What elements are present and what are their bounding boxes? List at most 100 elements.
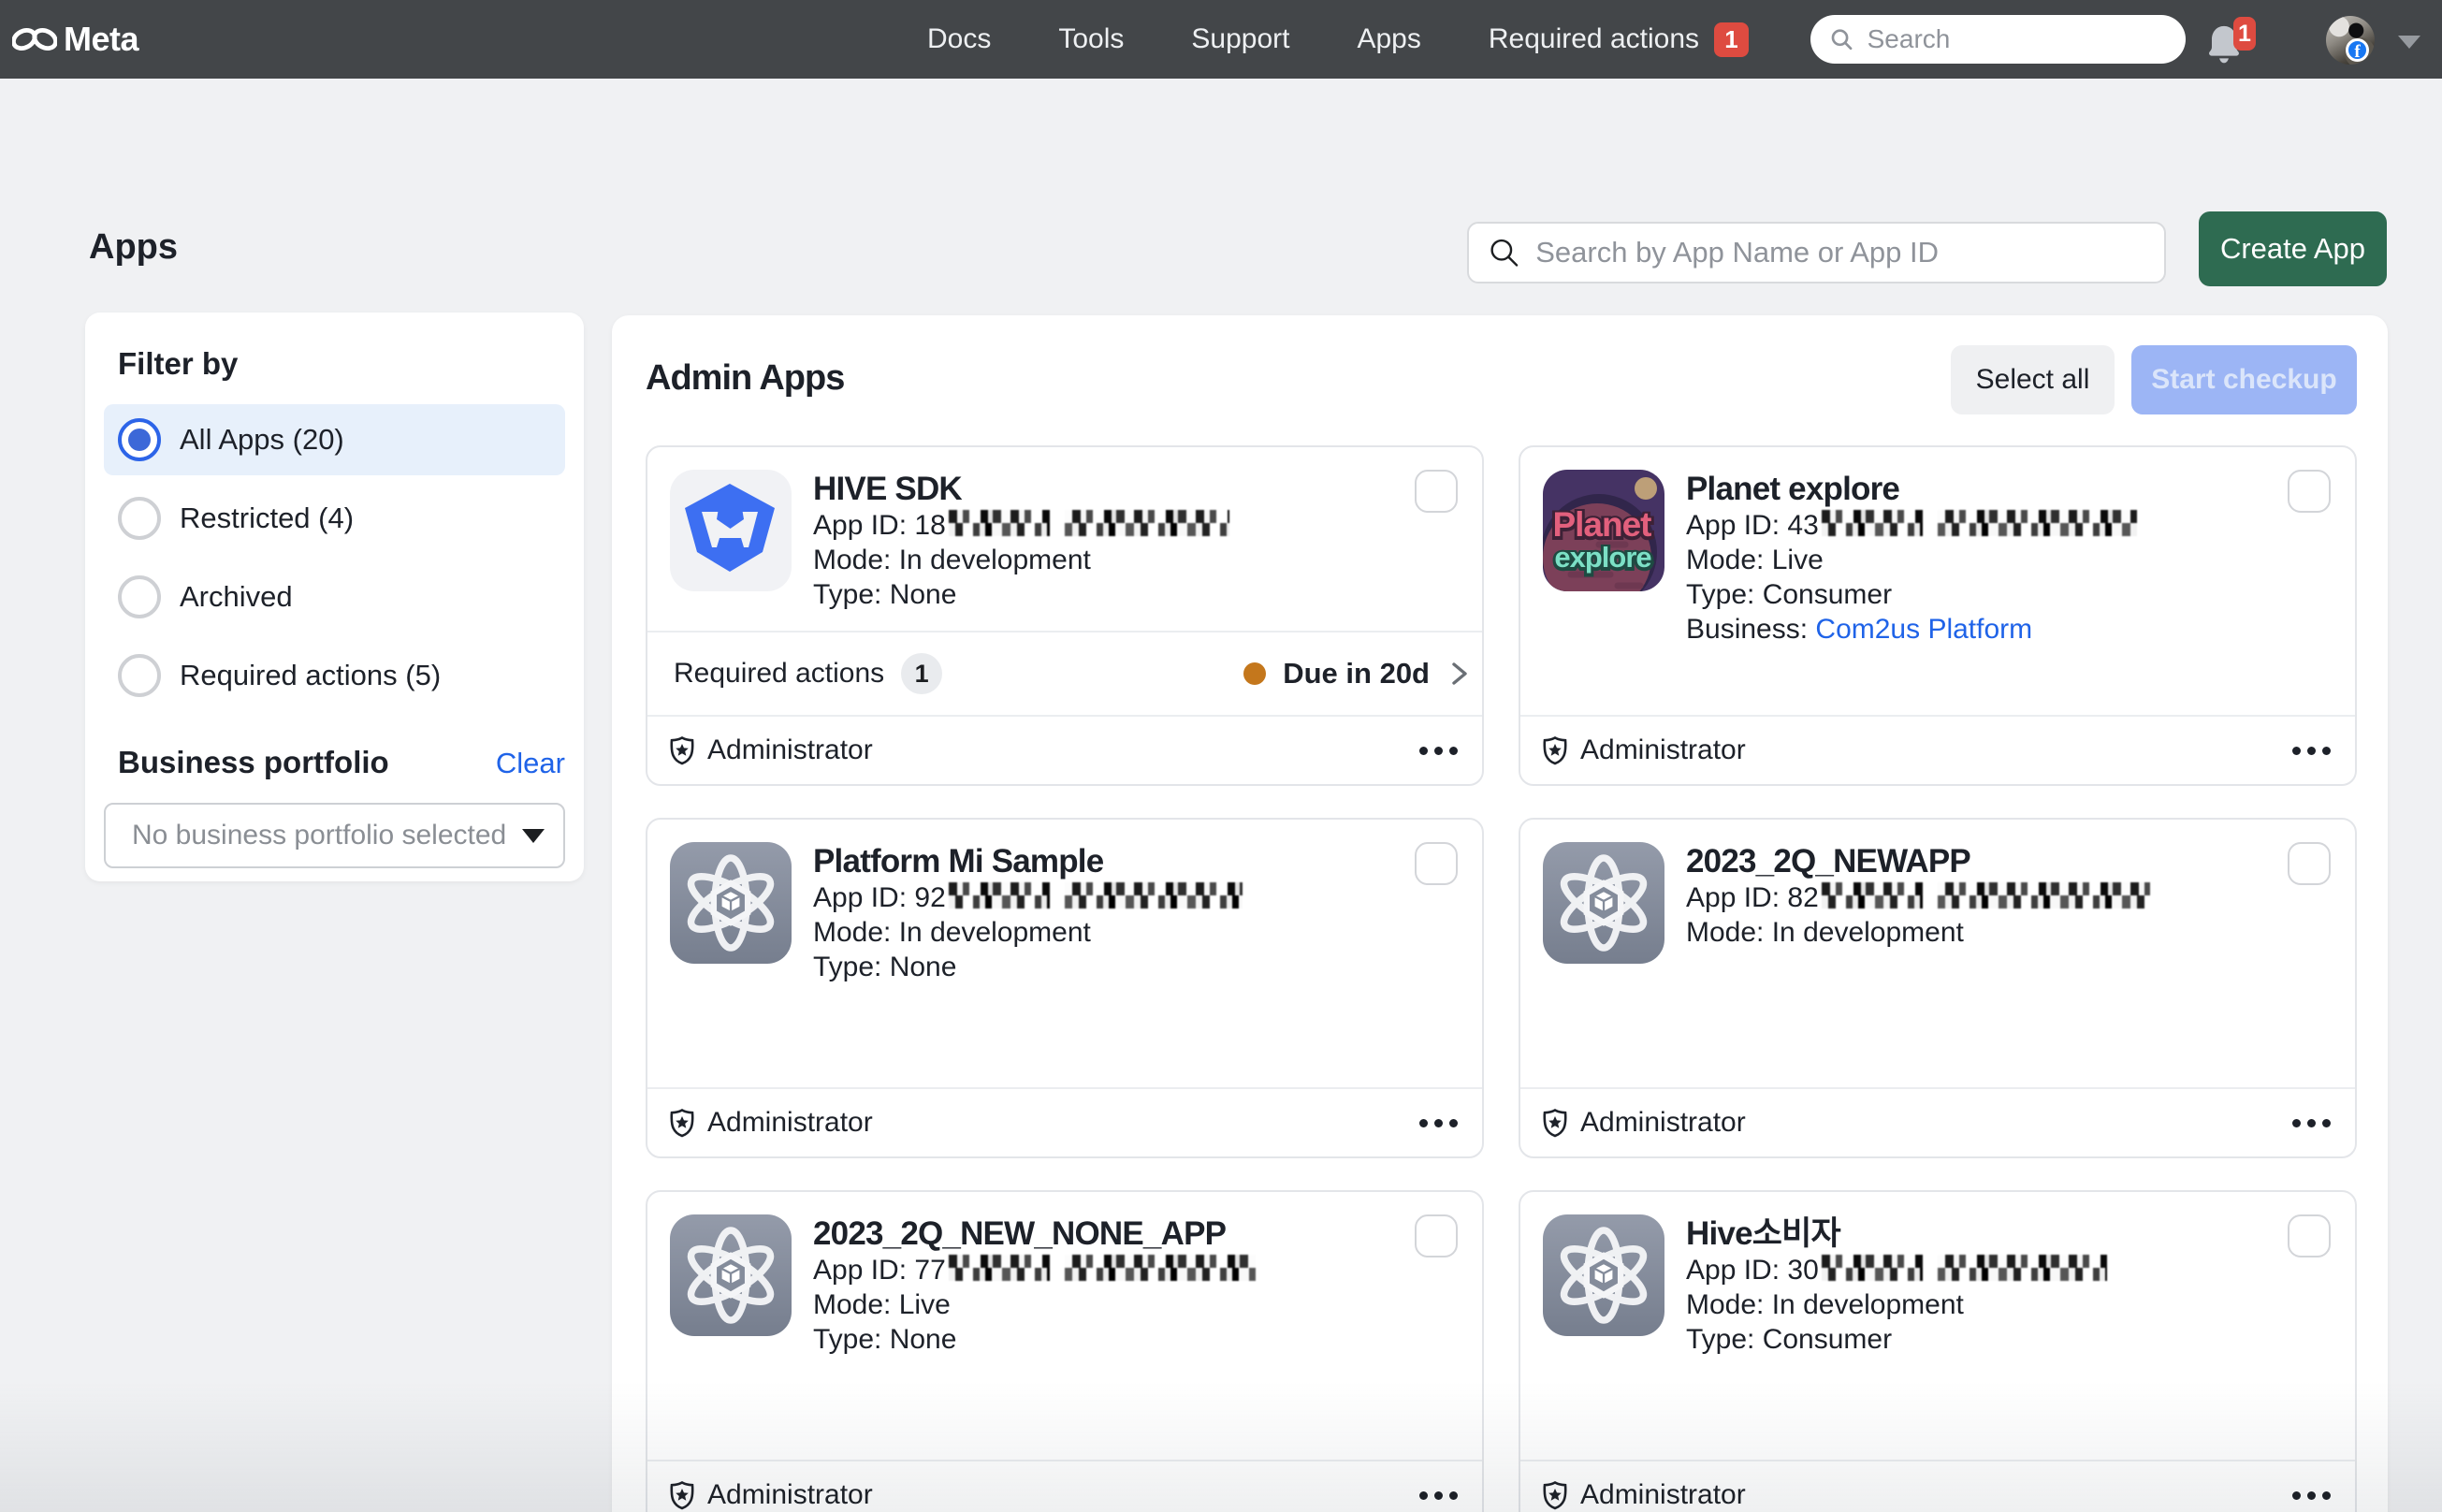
required-actions-label: Required actions bbox=[674, 658, 884, 690]
app-info: Planet exploreApp ID: 43Mode: LiveType: … bbox=[1686, 470, 2137, 692]
filter-option-label: All Apps (20) bbox=[180, 423, 344, 457]
app-card-footer: Administrator bbox=[1520, 715, 2355, 784]
role-label: Administrator bbox=[1580, 1479, 1746, 1511]
nav-item-apps[interactable]: Apps bbox=[1323, 23, 1454, 55]
nav-item-label: Docs bbox=[927, 23, 991, 54]
app-card-media: 2023_2Q_NEW_NONE_APPApp ID: 77Mode: Live… bbox=[647, 1192, 1482, 1460]
nav-menu: Docs ToolsSupport Apps Required actions1 bbox=[894, 0, 1782, 79]
app-type-line: Type: Consumer bbox=[1686, 577, 2137, 612]
radio-icon[interactable] bbox=[118, 654, 161, 697]
required-actions-strip[interactable]: Required actions1Due in 20d bbox=[647, 631, 1482, 715]
app-icon bbox=[670, 1214, 792, 1336]
notifications-button[interactable]: 1 bbox=[2201, 13, 2257, 69]
facebook-badge-icon: f bbox=[2346, 38, 2369, 62]
nav-item-docs[interactable]: Docs bbox=[894, 23, 1025, 55]
more-options-button[interactable] bbox=[1419, 747, 1458, 755]
select-all-button[interactable]: Select all bbox=[1951, 345, 2115, 414]
filter-option-3[interactable]: Required actions (5) bbox=[104, 640, 565, 711]
nav-item-label: Apps bbox=[1357, 23, 1420, 54]
app-id-line: App ID: 77 bbox=[813, 1253, 1256, 1287]
app-card-media: Hive소비자App ID: 30Mode: In developmentTyp… bbox=[1520, 1192, 2355, 1460]
app-id-line: App ID: 92 bbox=[813, 880, 1243, 915]
search-icon bbox=[1829, 25, 1854, 53]
nav-item-tools[interactable]: Tools bbox=[1025, 23, 1157, 55]
top-navbar: Meta Docs ToolsSupport Apps Required action… bbox=[0, 0, 2442, 79]
app-type-line: Type: None bbox=[813, 950, 1243, 984]
nav-search[interactable] bbox=[1810, 15, 2186, 64]
app-business-line: Business: Com2us Platform bbox=[1686, 612, 2137, 647]
apps-search-input[interactable] bbox=[1535, 236, 2145, 269]
meta-logo[interactable]: Meta bbox=[12, 20, 138, 59]
redacted-app-id bbox=[1822, 882, 2150, 909]
app-type-line: Type: None bbox=[813, 577, 1229, 612]
app-icon bbox=[670, 842, 792, 964]
more-options-button[interactable] bbox=[1419, 1119, 1458, 1127]
apps-grid: HIVE SDKApp ID: 18Mode: In developmentTy… bbox=[646, 445, 2357, 1512]
filter-option-0[interactable]: All Apps (20) bbox=[104, 404, 565, 475]
app-mode-line: Mode: In development bbox=[1686, 915, 2150, 950]
app-mode-line: Mode: Live bbox=[813, 1287, 1256, 1322]
business-portfolio-heading: Business portfolio bbox=[118, 745, 389, 780]
more-options-button[interactable] bbox=[2292, 747, 2331, 755]
role-label: Administrator bbox=[707, 1107, 873, 1139]
admin-apps-heading: Admin Apps bbox=[646, 358, 844, 399]
app-select-checkbox[interactable] bbox=[1415, 842, 1458, 885]
select-caret-down-icon bbox=[522, 829, 545, 843]
avatar[interactable]: f bbox=[2326, 16, 2375, 65]
more-options-button[interactable] bbox=[2292, 1119, 2331, 1127]
filter-heading: Filter by bbox=[118, 346, 565, 382]
due-status-dot bbox=[1243, 662, 1266, 685]
app-card-0[interactable]: HIVE SDKApp ID: 18Mode: In developmentTy… bbox=[646, 445, 1484, 786]
account-chevron-down-icon[interactable] bbox=[2398, 36, 2420, 49]
administrator-shield-icon bbox=[1541, 1480, 1569, 1510]
brand-name: Meta bbox=[64, 20, 138, 59]
more-options-button[interactable] bbox=[2292, 1491, 2331, 1500]
app-select-checkbox[interactable] bbox=[2288, 1214, 2331, 1258]
app-select-checkbox[interactable] bbox=[1415, 1214, 1458, 1258]
due-text: Due in 20d bbox=[1283, 657, 1430, 691]
app-card-2[interactable]: Platform Mi SampleApp ID: 92Mode: In dev… bbox=[646, 818, 1484, 1158]
app-card-footer: Administrator bbox=[1520, 1087, 2355, 1156]
app-card-3[interactable]: 2023_2Q_NEWAPPApp ID: 82Mode: In develop… bbox=[1519, 818, 2357, 1158]
app-mode-line: Mode: In development bbox=[813, 543, 1229, 577]
radio-icon[interactable] bbox=[118, 497, 161, 540]
start-checkup-button[interactable]: Start checkup bbox=[2131, 345, 2357, 414]
app-select-checkbox[interactable] bbox=[2288, 470, 2331, 513]
nav-item-support[interactable]: Support bbox=[1157, 23, 1323, 55]
app-name: Hive소비자 bbox=[1686, 1214, 2107, 1253]
business-link[interactable]: Com2us Platform bbox=[1815, 614, 2032, 645]
nav-search-input[interactable] bbox=[1868, 24, 2167, 54]
administrator-shield-icon bbox=[668, 735, 696, 765]
app-icon bbox=[1543, 1214, 1664, 1336]
filter-option-2[interactable]: Archived bbox=[104, 561, 565, 632]
app-name: Planet explore bbox=[1686, 470, 2137, 508]
role-label: Administrator bbox=[707, 734, 873, 766]
apps-search[interactable] bbox=[1467, 222, 2166, 284]
app-name: 2023_2Q_NEW_NONE_APP bbox=[813, 1214, 1256, 1253]
admin-apps-panel: Admin Apps Select all Start checkup HIVE… bbox=[612, 315, 2388, 1512]
app-card-1[interactable]: PlanetPlanetexploreexplorePlanet explore… bbox=[1519, 445, 2357, 786]
radio-icon[interactable] bbox=[118, 575, 161, 618]
radio-icon[interactable] bbox=[118, 418, 161, 461]
clear-link[interactable]: Clear bbox=[496, 747, 565, 780]
app-name: HIVE SDK bbox=[813, 470, 1229, 508]
app-select-checkbox[interactable] bbox=[1415, 470, 1458, 513]
required-actions-badge: 1 bbox=[1714, 22, 1749, 57]
default-app-icon bbox=[1543, 842, 1664, 964]
app-select-checkbox[interactable] bbox=[2288, 842, 2331, 885]
default-app-icon bbox=[670, 842, 792, 964]
more-options-button[interactable] bbox=[1419, 1491, 1458, 1500]
app-icon: PlanetPlanetexploreexplore bbox=[1543, 470, 1664, 591]
redacted-app-id bbox=[1822, 1255, 2107, 1281]
app-info: 2023_2Q_NEWAPPApp ID: 82Mode: In develop… bbox=[1686, 842, 2150, 1065]
app-mode-line: Mode: In development bbox=[1686, 1287, 2107, 1322]
nav-item-required-actions[interactable]: Required actions1 bbox=[1455, 22, 1782, 57]
svg-text:Planet: Planet bbox=[1552, 505, 1651, 544]
role-label: Administrator bbox=[707, 1479, 873, 1511]
create-app-button[interactable]: Create App bbox=[2199, 211, 2387, 286]
filter-option-1[interactable]: Restricted (4) bbox=[104, 483, 565, 554]
app-card-4[interactable]: 2023_2Q_NEW_NONE_APPApp ID: 77Mode: Live… bbox=[646, 1190, 1484, 1512]
default-app-icon bbox=[1543, 1214, 1664, 1336]
business-portfolio-select[interactable]: No business portfolio selected bbox=[104, 803, 565, 868]
app-card-5[interactable]: Hive소비자App ID: 30Mode: In developmentTyp… bbox=[1519, 1190, 2357, 1512]
